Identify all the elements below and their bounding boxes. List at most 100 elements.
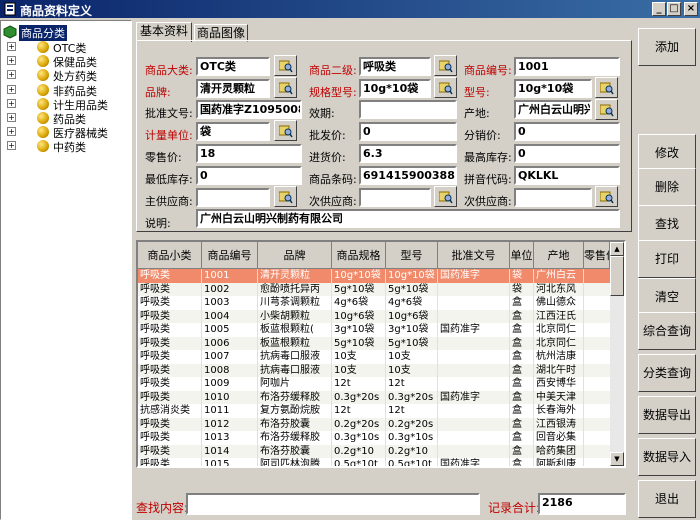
table-row[interactable]: 呼吸类 1009 阿咖片 12t 12t 盒西安博华 [138, 377, 610, 391]
brand-field[interactable]: 清开灵颗粒 [196, 79, 270, 98]
tree-item-0[interactable]: + OTC类 [1, 40, 129, 55]
supplier2-field[interactable] [359, 188, 431, 207]
table-row[interactable]: 呼吸类 1014 布洛芬胶囊 0.2g*10 0.2g*10 盒哈药集团 [138, 444, 610, 458]
expiry-field[interactable] [359, 100, 457, 119]
tree-item-label[interactable]: 中药类 [53, 139, 86, 155]
unit-field[interactable]: 袋 [196, 122, 270, 141]
table-row[interactable]: 呼吸类 1010 布洛芬缓释胶 0.3g*20s 0.3g*20s 国药准字盒中美天津 [138, 390, 610, 404]
grid-header-3[interactable]: 商品规格 [332, 242, 386, 269]
exit-button[interactable]: 退出 [638, 480, 696, 518]
search-input[interactable] [186, 493, 480, 515]
scroll-thumb[interactable] [610, 256, 624, 296]
export-button[interactable]: 数据导出 [638, 396, 696, 434]
combined-query-button[interactable]: 综合查询 [638, 312, 696, 350]
maxstock-field[interactable]: 0 [514, 144, 620, 163]
grid-header-0[interactable]: 商品小类 [138, 242, 202, 269]
supplier-picker-button[interactable] [274, 186, 297, 207]
expand-icon[interactable]: + [7, 42, 16, 51]
wholesale-field[interactable]: 0 [359, 122, 457, 141]
grid-header-4[interactable]: 型号 [386, 242, 438, 269]
maximize-button[interactable]: □ [667, 2, 681, 16]
tree-item-6[interactable]: + 医疗器械类 [1, 125, 129, 140]
table-cell: 0.3g*10s [332, 431, 386, 445]
supplier3-field[interactable] [514, 188, 592, 207]
grid-header-6[interactable]: 单位 [510, 242, 534, 269]
expand-icon[interactable]: + [7, 84, 16, 94]
category-query-button[interactable]: 分类查询 [638, 354, 696, 392]
close-button[interactable]: × [684, 2, 698, 16]
note-field[interactable]: 广州白云山明兴制药有限公司 [196, 209, 620, 228]
tree-item-4[interactable]: + 计生用品类 [1, 97, 129, 112]
tree-item-3[interactable]: + 非药品类 [1, 83, 129, 98]
supplier-field[interactable] [196, 188, 270, 207]
expand-icon[interactable]: + [7, 141, 16, 151]
model-field[interactable]: 10g*10袋 [359, 79, 431, 98]
barcode-field[interactable]: 6914159003888 [359, 166, 457, 185]
delete-button[interactable]: 删除 [638, 168, 696, 206]
grid-header-5[interactable]: 批准文号 [438, 242, 510, 269]
expand-icon[interactable]: + [7, 127, 16, 137]
expand-icon[interactable]: + [7, 70, 16, 80]
type-field[interactable]: 10g*10袋 [514, 79, 592, 98]
table-row[interactable]: 呼吸类 1008 抗病毒口服液 10支 10支盒湖北午时 [138, 363, 610, 377]
expand-icon[interactable]: + [7, 56, 16, 66]
clear-button[interactable]: 清空 [638, 278, 696, 316]
distrib-field[interactable]: 0 [514, 122, 620, 141]
table-row[interactable]: 呼吸类 1005 板蓝根颗粒(3g*10袋 3g*10袋 国药准字盒北京同仁 [138, 323, 610, 337]
unit-picker-button[interactable] [274, 120, 297, 141]
retail-field[interactable]: 18 [196, 144, 302, 163]
type-picker-button[interactable] [595, 77, 618, 98]
tree-root-label[interactable]: 商品分类 [19, 25, 67, 41]
pinyin-field[interactable]: QKLKL [514, 166, 620, 185]
grid-header-8[interactable]: 零售价 [584, 242, 610, 269]
brand-picker-button[interactable] [274, 77, 297, 98]
category-tree[interactable]: 商品分类 + OTC类 + 保健品类 + 处方药类 + 非药品类 + 计生用品类 + 药品类 + 医疗器械… [0, 20, 132, 520]
expand-icon[interactable]: + [7, 113, 16, 122]
grid-header-7[interactable]: 产地 [534, 242, 584, 269]
origin-picker-button[interactable] [595, 99, 618, 120]
minstock-field[interactable]: 0 [196, 166, 302, 185]
supplier2-picker-button[interactable] [434, 186, 457, 207]
table-cell: 阿斯利康 [534, 458, 584, 466]
product-grid[interactable]: 商品小类商品编号品牌商品规格型号批准文号单位产地零售价 呼吸类1001清开灵颗粒… [136, 240, 626, 468]
scroll-down-icon[interactable]: ▼ [610, 452, 624, 466]
table-row[interactable]: 呼吸类 1004 小柴胡颗粒 10g*6袋 10g*6袋盒江西汪氏 [138, 309, 610, 323]
table-row[interactable]: 抗感消炎类 1011 复方氨酚烷胺 12t 12t 盒长春海外 [138, 404, 610, 418]
table-cell: 袋 [510, 282, 534, 296]
grid-vertical-scrollbar[interactable]: ▲ ▼ [610, 242, 624, 466]
tree-item-7[interactable]: + 中药类 [1, 139, 129, 155]
grid-header-1[interactable]: 商品编号 [202, 242, 258, 269]
table-row[interactable]: 呼吸类 1006 板蓝根颗粒 5g*10袋 5g*10袋盒北京同仁 [138, 336, 610, 350]
category-picker-button[interactable] [274, 55, 297, 76]
table-row[interactable]: 呼吸类 1003 川芎茶调颗粒 4g*6袋 4g*6袋盒佛山德众 [138, 296, 610, 310]
category-field[interactable]: OTC类 [196, 57, 270, 76]
import-button[interactable]: 数据导入 [638, 438, 696, 476]
table-row[interactable]: 呼吸类 1015 阿司匹林泡腾 0.5g*10t 0.5g*10t 国药准字盒阿斯利康 [138, 458, 610, 466]
model-picker-button[interactable] [434, 77, 457, 98]
modify-button[interactable]: 修改 [638, 134, 696, 172]
approval-field[interactable]: 国药准字Z10950088 [196, 100, 302, 119]
type-label: 型号: [464, 86, 490, 99]
origin-field[interactable]: 广州白云山明兴 [514, 100, 592, 119]
code-field[interactable]: 1001 [514, 57, 620, 76]
expand-icon[interactable]: + [7, 98, 16, 108]
table-row[interactable]: 呼吸类 1007 抗病毒口服液 10支 10支盒杭州洁康 [138, 350, 610, 364]
table-row[interactable]: 呼吸类 1013 布洛芬缓释胶 0.3g*10s 0.3g*10s 盒回音必集 [138, 431, 610, 445]
subcat-picker-button[interactable] [434, 55, 457, 76]
subcat-field[interactable]: 呼吸类 [359, 57, 431, 76]
table-row[interactable]: 呼吸类 1001 清开灵颗粒 10g*10袋 10g*10袋 国药准字袋广州白云 [138, 269, 610, 283]
tree-item-2[interactable]: + 处方药类 [1, 68, 129, 83]
tree-item-1[interactable]: + 保健品类 [1, 54, 129, 69]
table-row[interactable]: 呼吸类 1012 布洛芬胶囊 0.2g*20s 0.2g*20s 盒江西银涛 [138, 417, 610, 431]
grid-header-2[interactable]: 品牌 [258, 242, 332, 269]
purchase-field[interactable]: 6.3 [359, 144, 457, 163]
minimize-button[interactable]: _ [652, 2, 666, 16]
scroll-up-icon[interactable]: ▲ [610, 242, 624, 256]
supplier3-picker-button[interactable] [595, 186, 618, 207]
table-row[interactable]: 呼吸类 1002 愈酚喷托异丙 5g*10袋 5g*10袋袋河北东风 [138, 282, 610, 296]
print-button[interactable]: 打印 [638, 240, 696, 278]
find-button[interactable]: 查找 [638, 205, 696, 243]
tree-item-5[interactable]: + 药品类 [1, 111, 129, 126]
add-button[interactable]: 添加 [638, 28, 696, 66]
tab-basic-info[interactable]: 基本资料 [136, 22, 192, 42]
